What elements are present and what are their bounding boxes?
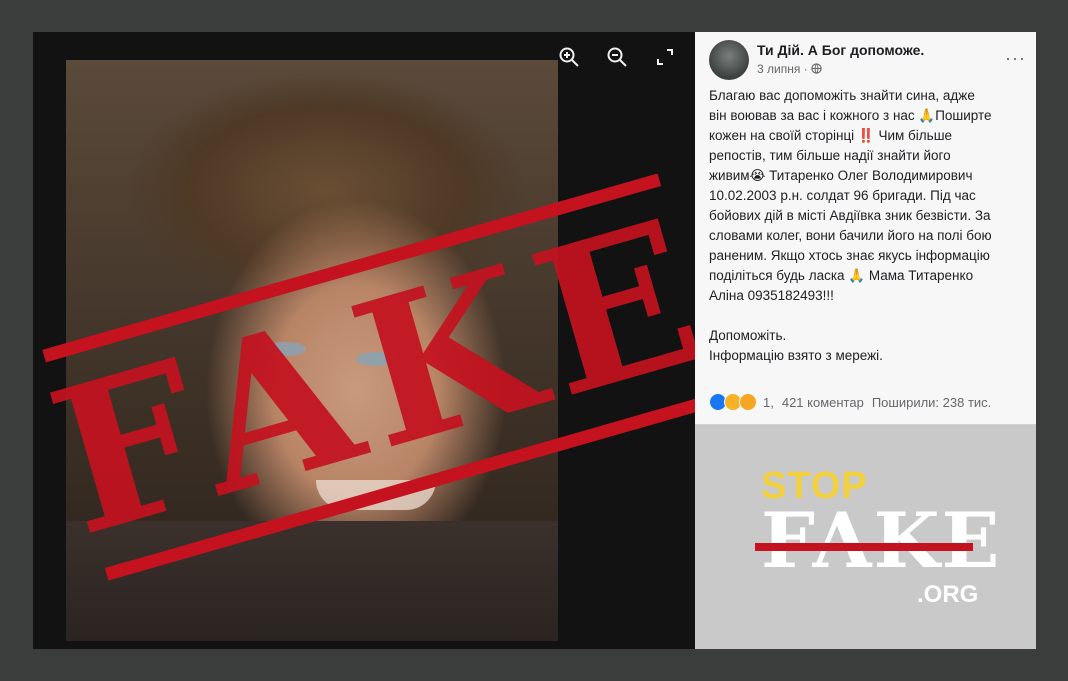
zoom-in-icon[interactable] bbox=[558, 46, 580, 68]
post-line: кожен на своїй сторінці ‼️ Чим більше bbox=[709, 128, 953, 143]
post-line: він воював за вас і кожного з нас 🙏Пошир… bbox=[709, 108, 992, 123]
more-options-button[interactable]: ··· bbox=[1005, 48, 1026, 69]
post-text: Благаю вас допоможіть знайти сина, адже … bbox=[709, 86, 1032, 366]
reactions-count[interactable]: 1, bbox=[763, 395, 774, 410]
meta-separator: · bbox=[803, 62, 812, 76]
zoom-out-icon[interactable] bbox=[606, 46, 628, 68]
post-meta: 3 липня · bbox=[757, 62, 822, 76]
care-reaction-icon[interactable] bbox=[739, 393, 757, 411]
post-line: словами колег, вони бачили його на полі … bbox=[709, 228, 992, 243]
photo-viewer: FAKE Ти Дій. А Бог допоможе. 3 липня · ·… bbox=[33, 32, 1036, 649]
logo-overlay: STOP FAKE .ORG bbox=[695, 425, 1036, 649]
page-name[interactable]: Ти Дій. А Бог допоможе. bbox=[757, 42, 924, 58]
logo-fake-text: FAKE bbox=[761, 496, 1002, 585]
post-line: Допоможіть. bbox=[709, 328, 787, 343]
post-line: живим😭 Титаренко Олег Володимирович bbox=[709, 168, 973, 183]
reactions-bar: 1, 421 коментар Поширили: 238 тис. bbox=[709, 392, 1030, 412]
globe-icon bbox=[811, 62, 822, 76]
post-line: Аліна 0935182493!!! bbox=[709, 288, 834, 303]
post-line: поділіться будь ласка 🙏 Мама Титаренко bbox=[709, 268, 974, 283]
viewer-toolbar bbox=[558, 46, 676, 68]
post-line: раненим. Якщо хтось знає якусь інформаці… bbox=[709, 248, 990, 263]
post-line: бойових дій в місті Авдіївка зник безвіс… bbox=[709, 208, 991, 223]
stopfake-logo: STOP FAKE .ORG bbox=[755, 465, 999, 615]
post-line: репостів, тим більше надії знайти його bbox=[709, 148, 951, 163]
post-line: Інформацію взято з мережі. bbox=[709, 348, 883, 363]
logo-strike-line bbox=[755, 543, 973, 551]
post-header: Ти Дій. А Бог допоможе. 3 липня · ··· bbox=[709, 40, 1026, 84]
comments-count[interactable]: 421 коментар bbox=[782, 395, 864, 410]
shares-count[interactable]: Поширили: 238 тис. bbox=[872, 395, 991, 410]
logo-org-text: .ORG bbox=[917, 581, 979, 608]
post-panel: Ти Дій. А Бог допоможе. 3 липня · ··· Бл… bbox=[695, 32, 1036, 649]
photo-pane: FAKE bbox=[33, 32, 736, 649]
avatar[interactable] bbox=[709, 40, 749, 80]
post-line: 10.02.2003 р.н. солдат 96 бригади. Під ч… bbox=[709, 188, 976, 203]
fullscreen-icon[interactable] bbox=[654, 46, 676, 68]
post-line: Благаю вас допоможіть знайти сина, адже bbox=[709, 88, 975, 103]
post-date[interactable]: 3 липня bbox=[757, 62, 800, 76]
